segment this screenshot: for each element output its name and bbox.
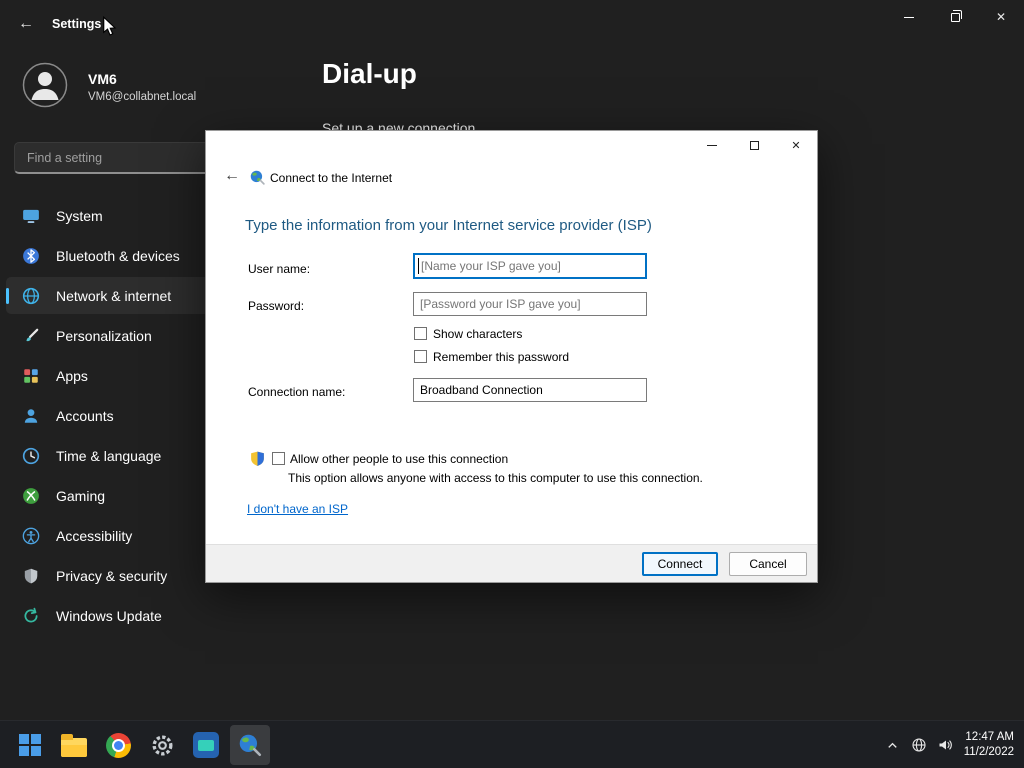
bluetooth-icon [22, 247, 40, 265]
tray-overflow-button[interactable] [880, 729, 906, 761]
system-icon [22, 207, 40, 225]
clock-icon [22, 447, 40, 465]
taskbar: 12:47 AM 11/2/2022 [0, 720, 1024, 768]
password-input[interactable] [413, 292, 647, 316]
connect-internet-icon [237, 732, 263, 758]
username-input[interactable] [413, 253, 647, 279]
person-icon [22, 407, 40, 425]
tray-volume-button[interactable] [932, 729, 958, 761]
update-arrows-icon [22, 607, 40, 625]
settings-titlebar: ← Settings ✕ [0, 0, 1024, 48]
sidebar-item-label: Time & language [56, 447, 162, 464]
file-explorer-button[interactable] [54, 725, 94, 765]
user-avatar [22, 62, 68, 108]
accessibility-icon [22, 527, 40, 545]
settings-window-title: Settings [52, 17, 102, 31]
back-button[interactable]: ← [14, 12, 38, 36]
connection-wizard-button[interactable] [230, 725, 270, 765]
dialog-titlebar: ✕ [206, 131, 817, 161]
profile-email: VM6@collabnet.local [88, 91, 197, 103]
connect-button[interactable]: Connect [642, 552, 718, 576]
dialog-minimize-button[interactable] [691, 131, 733, 160]
xbox-icon [22, 487, 40, 505]
taskbar-clock[interactable]: 12:47 AM 11/2/2022 [964, 730, 1014, 760]
globe-icon [22, 287, 40, 305]
sidebar-item-label: Accessibility [56, 527, 133, 544]
pinned-app-button[interactable] [186, 725, 226, 765]
page-title: Dial-up [322, 58, 417, 89]
dialog-footer: Connect Cancel [206, 544, 817, 582]
sidebar-item-windows-update[interactable]: Windows Update [6, 597, 292, 634]
allow-others-label[interactable]: Allow other people to use this connectio… [290, 452, 508, 466]
dialog-title: Connect to the Internet [270, 171, 393, 185]
minimize-icon [904, 16, 914, 18]
sidebar-item-label: Windows Update [56, 607, 162, 624]
sidebar-item-label: Gaming [56, 487, 106, 504]
chrome-button[interactable] [98, 725, 138, 765]
clock-time: 12:47 AM [965, 731, 1014, 743]
remember-password-label[interactable]: Remember this password [433, 350, 569, 364]
settings-app-button[interactable] [142, 725, 182, 765]
password-label: Password: [248, 299, 305, 313]
allow-others-description: This option allows anyone with access to… [288, 471, 703, 485]
allow-others-checkbox[interactable] [272, 452, 285, 465]
tray-network-button[interactable] [906, 729, 932, 761]
show-characters-checkbox[interactable] [414, 327, 427, 340]
cancel-button[interactable]: Cancel [729, 552, 807, 576]
minimize-icon [707, 145, 717, 146]
folder-icon [61, 733, 87, 757]
dialog-heading: Type the information from your Internet … [245, 217, 652, 234]
close-button[interactable]: ✕ [978, 0, 1024, 34]
shield-icon [22, 567, 40, 585]
chrome-icon [105, 732, 131, 758]
dialog-close-button[interactable]: ✕ [775, 131, 817, 160]
monitor-app-icon [193, 732, 219, 758]
remember-password-checkbox[interactable] [414, 350, 427, 363]
restore-icon [950, 10, 962, 22]
profile-name: VM6 [88, 71, 117, 87]
windows-logo-icon [19, 734, 41, 756]
username-label: User name: [248, 262, 311, 276]
minimize-button[interactable] [886, 0, 932, 34]
network-globe-icon [911, 737, 927, 753]
speaker-icon [937, 737, 953, 753]
window-controls: ✕ [886, 0, 1024, 34]
no-isp-link[interactable]: I don't have an ISP [247, 502, 348, 516]
gear-icon [150, 733, 175, 758]
paintbrush-icon [22, 327, 40, 345]
sidebar-item-label: Privacy & security [56, 567, 168, 584]
taskbar-icons [10, 725, 270, 765]
start-button[interactable] [10, 725, 50, 765]
chevron-up-icon [885, 738, 900, 753]
uac-shield-icon [249, 450, 266, 467]
sidebar-item-label: Apps [56, 367, 88, 384]
show-characters-label[interactable]: Show characters [433, 327, 522, 341]
connection-name-label: Connection name: [248, 385, 346, 399]
sidebar-item-label: Accounts [56, 407, 114, 424]
sidebar-item-label: Network & internet [56, 287, 172, 304]
apps-grid-icon [22, 367, 40, 385]
maximize-icon [749, 141, 759, 150]
restore-button[interactable] [932, 0, 978, 34]
dialog-maximize-button[interactable] [733, 131, 775, 160]
sidebar-item-label: System [56, 207, 103, 224]
sidebar-item-label: Personalization [56, 327, 152, 344]
system-tray: 12:47 AM 11/2/2022 [880, 721, 1024, 768]
connection-name-input[interactable] [413, 378, 647, 402]
clock-date: 11/2/2022 [963, 746, 1014, 758]
sidebar-item-label: Bluetooth & devices [56, 247, 180, 264]
connect-internet-dialog: ✕ ← Connect to the Internet Type the inf… [205, 130, 818, 583]
dialog-back-button[interactable]: ← [221, 165, 243, 187]
connect-internet-icon [249, 169, 266, 186]
dialog-window-controls: ✕ [691, 131, 817, 160]
